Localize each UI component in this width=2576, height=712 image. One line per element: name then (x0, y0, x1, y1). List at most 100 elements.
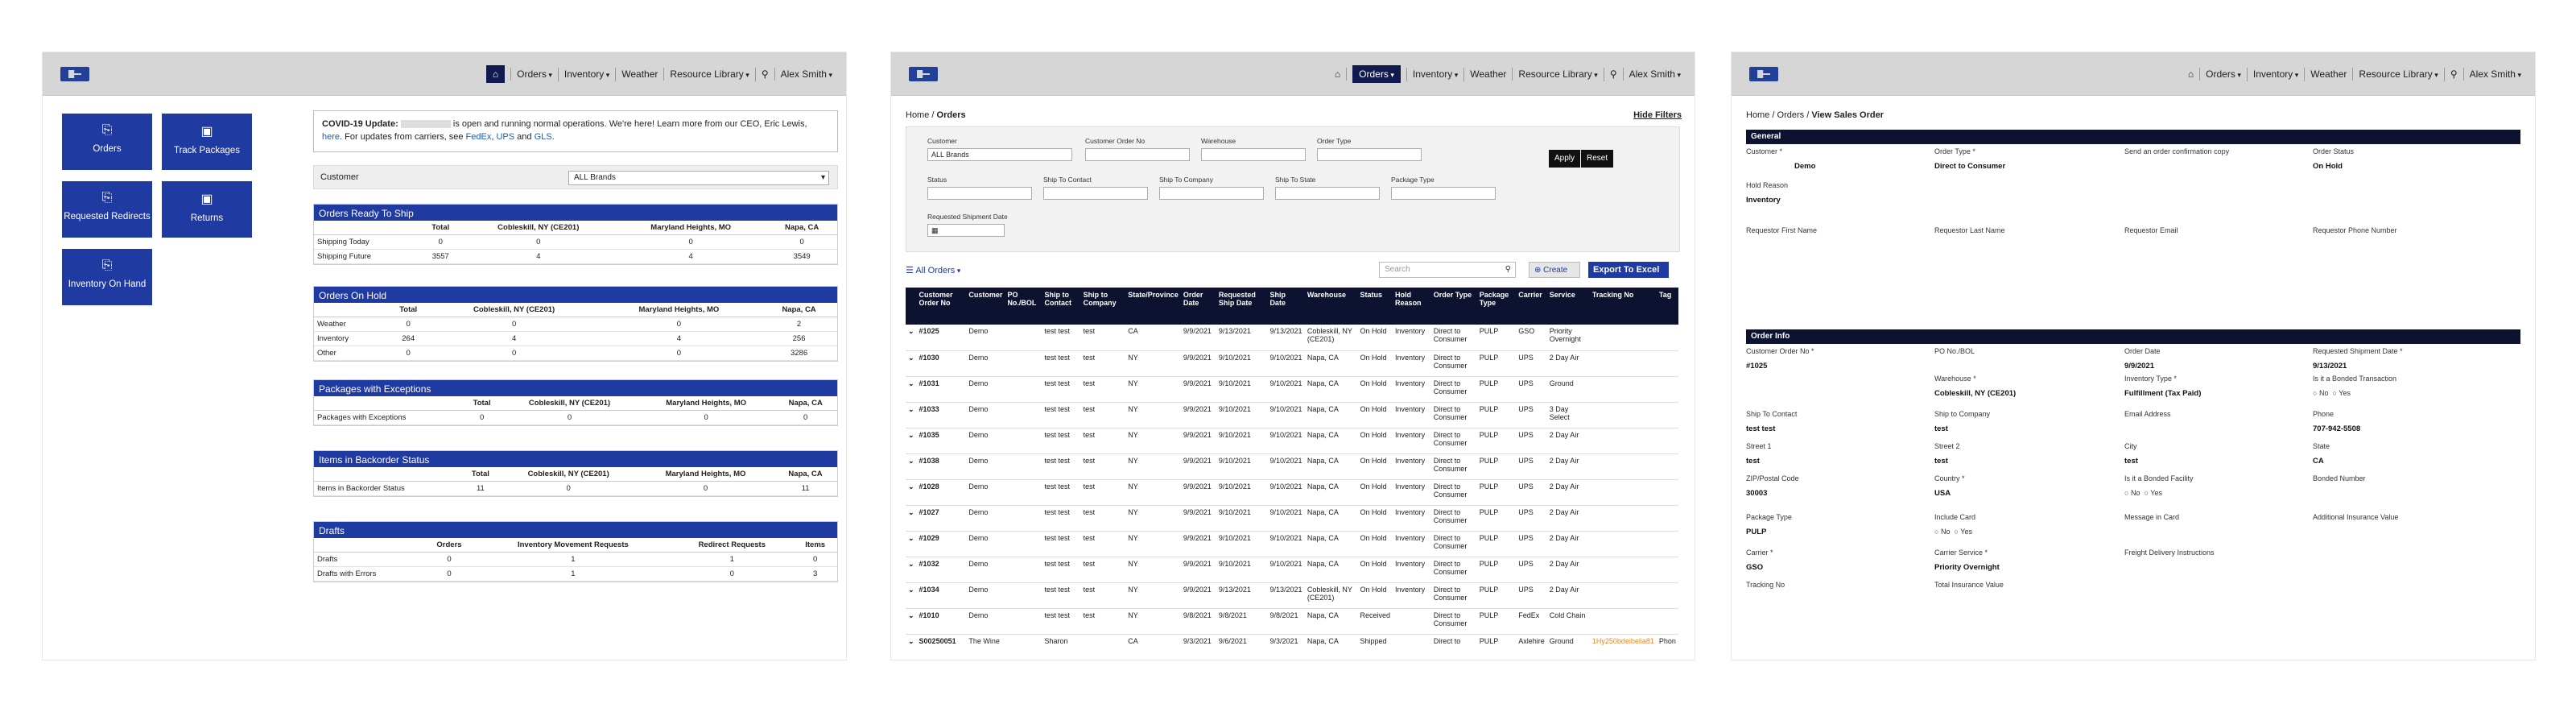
radio-yes[interactable]: ○ (2144, 489, 2148, 497)
table-row[interactable]: ⌄ #1029 Demo test test test NY 9/9/2021 9/10/20… (906, 531, 1678, 557)
table-row[interactable]: ⌄ #1038 Demo test test test NY 9/9/2021 9/10/20… (906, 453, 1678, 480)
expand-chevron-icon[interactable]: ⌄ (906, 505, 917, 532)
nav-orders[interactable]: Orders (2200, 67, 2248, 81)
table-cell[interactable]: 2 (761, 317, 837, 332)
requested-date-input[interactable]: ▦ (927, 224, 1005, 237)
table-cell[interactable]: 3286 (761, 346, 837, 361)
table-cell[interactable]: 0 (793, 552, 837, 567)
table-cell[interactable]: 11 (461, 481, 500, 496)
expand-chevron-icon[interactable]: ⌄ (906, 453, 917, 480)
nav-resource-library[interactable]: Resource Library (1513, 67, 1604, 81)
expand-chevron-icon[interactable]: ⌄ (906, 531, 917, 557)
search-icon[interactable]: ⚲ (1505, 265, 1511, 274)
home-icon[interactable]: ⌂ (485, 65, 506, 83)
nav-weather[interactable]: Weather (616, 68, 665, 81)
table-cell[interactable]: #1032 (916, 557, 967, 583)
column-header[interactable]: Ship Date (1267, 288, 1305, 325)
table-row[interactable]: ⌄ #1027 Demo test test test NY 9/9/2021 9/10/20… (906, 505, 1678, 532)
nav-inventory[interactable]: Inventory (559, 67, 617, 81)
nav-orders-label[interactable]: Orders (1352, 64, 1401, 83)
order-no-input[interactable] (1085, 148, 1190, 161)
search-icon[interactable]: ⚲ (2445, 68, 2464, 81)
radio-no[interactable]: ○ (2124, 489, 2128, 497)
crumb-orders[interactable]: Orders (1777, 110, 1805, 120)
nav-inventory[interactable]: Inventory (1407, 67, 1465, 81)
table-cell[interactable]: 0 (766, 234, 837, 250)
nav-orders[interactable]: Orders (511, 67, 559, 81)
expand-chevron-icon[interactable]: ⌄ (906, 428, 917, 454)
table-cell[interactable]: 0 (423, 552, 476, 567)
nav-resource-library[interactable]: Resource Library (664, 67, 756, 81)
table-cell[interactable]: 4 (461, 249, 616, 264)
home-icon[interactable]: ⌂ (1329, 68, 1348, 81)
company-logo[interactable] (909, 67, 938, 81)
ship-company-input[interactable] (1159, 187, 1264, 200)
table-cell[interactable]: 3557 (419, 249, 462, 264)
table-row[interactable]: ⌄ #1033 Demo test test test NY 9/9/2021 9/10/20… (906, 402, 1678, 428)
customer-select[interactable]: ALL Brands (927, 148, 1072, 161)
nav-orders-active[interactable]: Orders (1347, 64, 1407, 83)
radio-yes[interactable]: ○ (2332, 389, 2336, 397)
column-header[interactable]: Status (1357, 288, 1393, 325)
table-cell[interactable]: 4 (431, 331, 597, 346)
company-logo[interactable] (1749, 67, 1778, 81)
radio-no[interactable]: ○ (1934, 528, 1938, 536)
table-row[interactable]: ⌄ #1032 Demo test test test NY 9/9/2021 9/10/20… (906, 557, 1678, 583)
column-header[interactable]: Requested Ship Date (1216, 288, 1268, 325)
expand-chevron-icon[interactable]: ⌄ (906, 557, 917, 583)
table-row[interactable]: ⌄ #1035 Demo test test test NY 9/9/2021 9/10/20… (906, 428, 1678, 454)
table-cell[interactable]: 0 (671, 566, 794, 582)
column-header[interactable]: Tag (1656, 288, 1678, 325)
column-header[interactable]: State/Province (1125, 288, 1181, 325)
table-cell[interactable]: #1010 (916, 608, 967, 635)
table-cell[interactable]: #1025 (916, 325, 967, 351)
export-excel-button[interactable]: Export To Excel (1588, 262, 1669, 278)
tile-requested-redirects[interactable]: ⎘ Requested Redirects (62, 181, 152, 238)
search-icon[interactable]: ⚲ (756, 68, 775, 81)
table-cell[interactable]: 0 (597, 317, 762, 332)
crumb-home[interactable]: Home (906, 110, 929, 120)
table-cell[interactable]: S00250051 (916, 634, 967, 660)
warehouse-select[interactable] (1201, 148, 1306, 161)
table-cell[interactable]: 0 (385, 346, 431, 361)
column-header[interactable]: Service (1546, 288, 1590, 325)
expand-chevron-icon[interactable]: ⌄ (906, 402, 917, 428)
nav-resource-library[interactable]: Resource Library (2353, 67, 2445, 81)
table-cell[interactable]: 11 (774, 481, 837, 496)
expand-chevron-icon[interactable]: ⌄ (906, 608, 917, 635)
hide-filters-link[interactable]: Hide Filters (1633, 110, 1682, 120)
table-cell[interactable]: 0 (615, 234, 767, 250)
tile-returns[interactable]: ▣ Returns (162, 181, 252, 238)
column-header[interactable]: Warehouse (1304, 288, 1358, 325)
column-header[interactable]: Ship to Company (1080, 288, 1126, 325)
yes-no-radio-group[interactable]: ○ No ○ Yes (1934, 528, 1972, 536)
expand-chevron-icon[interactable]: ⌄ (906, 634, 917, 660)
table-cell[interactable]: 0 (774, 410, 837, 425)
table-cell[interactable]: 0 (501, 410, 638, 425)
package-type-select[interactable] (1391, 187, 1496, 200)
column-header[interactable]: Customer (966, 288, 1005, 325)
table-cell[interactable]: 1 (475, 566, 671, 582)
table-cell[interactable]: #1030 (916, 350, 967, 377)
search-icon[interactable]: ⚲ (1604, 68, 1624, 81)
table-cell[interactable]: #1033 (916, 402, 967, 428)
column-header[interactable]: Tracking No (1589, 288, 1657, 325)
customer-select[interactable]: ALL Brands ▾ (568, 171, 829, 185)
tile-orders[interactable]: ⎘ Orders (62, 114, 152, 170)
table-cell[interactable]: 4 (597, 331, 762, 346)
table-cell[interactable]: #1031 (916, 376, 967, 403)
table-cell[interactable]: 3549 (766, 249, 837, 264)
yes-no-radio-group[interactable]: ○ No ○ Yes (2313, 389, 2351, 397)
table-cell[interactable]: 0 (461, 234, 616, 250)
home-icon[interactable]: ⌂ (2182, 68, 2201, 81)
table-cell[interactable]: 0 (419, 234, 462, 250)
table-cell[interactable]: #1027 (916, 505, 967, 532)
column-header[interactable]: Customer Order No (916, 288, 967, 325)
expand-chevron-icon[interactable]: ⌄ (906, 479, 917, 506)
column-header[interactable]: Order Date (1180, 288, 1216, 325)
tile-track-packages[interactable]: ▣ Track Packages (162, 114, 252, 170)
company-logo[interactable] (60, 67, 89, 81)
table-row[interactable]: ⌄ #1034 Demo test test test NY 9/9/2021 9/13/20… (906, 582, 1678, 609)
table-row[interactable]: ⌄ #1010 Demo test test test NY 9/8/2021 9/8/202… (906, 608, 1678, 635)
column-header[interactable]: PO No./BOL (1005, 288, 1042, 325)
